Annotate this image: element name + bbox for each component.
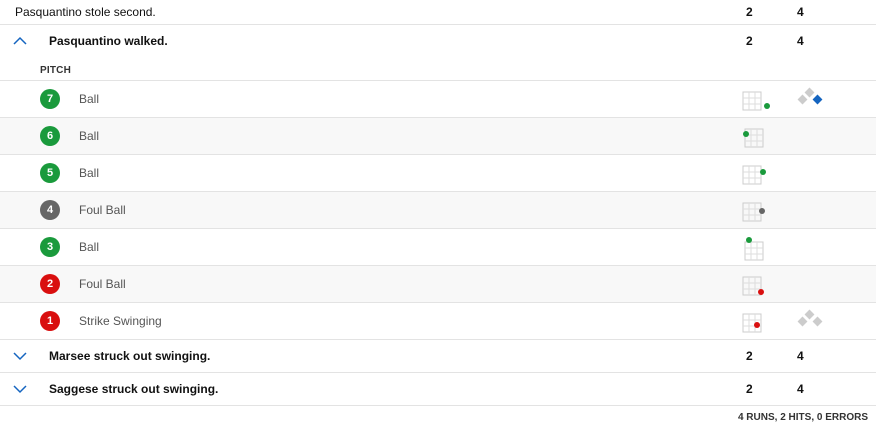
play-description: Pasquantino walked.: [49, 34, 168, 48]
home-score: 4: [797, 5, 804, 19]
pitch-result: Ball: [79, 92, 100, 106]
pitch-row: 4 Foul Ball: [0, 192, 876, 229]
chevron-down-icon[interactable]: [13, 384, 27, 394]
pitch-number-badge: 5: [40, 163, 60, 183]
strike-zone-icon: [742, 165, 766, 185]
play-row-saggese[interactable]: Saggese struck out swinging. 2 4: [0, 373, 876, 406]
away-score: 2: [746, 382, 753, 396]
pitch-number-badge: 7: [40, 89, 60, 109]
pitch-result: Ball: [79, 166, 100, 180]
strike-zone-icon: [743, 128, 764, 148]
play-description: Marsee struck out swinging.: [49, 349, 211, 363]
pitch-row: 7 Ball: [0, 81, 876, 118]
away-score: 2: [746, 34, 753, 48]
pitch-result: Ball: [79, 129, 100, 143]
pitch-result: Strike Swinging: [79, 314, 162, 328]
pitch-number-badge: 4: [40, 200, 60, 220]
away-score: 2: [746, 5, 753, 19]
pitch-row: 1 Strike Swinging: [0, 303, 876, 340]
home-score: 4: [797, 34, 804, 48]
pitch-row: 3 Ball: [0, 229, 876, 266]
strike-zone-icon: [744, 237, 764, 261]
play-description: Saggese struck out swinging.: [49, 382, 219, 396]
pitch-row: 5 Ball: [0, 155, 876, 192]
strike-zone-icon: [742, 276, 764, 296]
pitch-number-badge: 1: [40, 311, 60, 331]
pitch-number-badge: 6: [40, 126, 60, 146]
pitch-result: Foul Ball: [79, 277, 126, 291]
play-row-stole-second: Pasquantino stole second. 2 4: [0, 0, 876, 25]
pitch-result: Foul Ball: [79, 203, 126, 217]
pitch-result: Ball: [79, 240, 100, 254]
strike-zone-icon: [742, 91, 770, 111]
strike-zone-icon: [742, 202, 765, 222]
pitch-number-badge: 2: [40, 274, 60, 294]
away-score: 2: [746, 349, 753, 363]
play-row-walked[interactable]: Pasquantino walked. 2 4: [0, 25, 876, 57]
inning-summary: 4 RUNS, 2 HITS, 0 ERRORS: [737, 412, 868, 423]
bases-diamond-icon: [797, 87, 823, 105]
pitch-column-header: PITCH: [40, 65, 71, 76]
pitch-row: 6 Ball: [0, 118, 876, 155]
pitch-number-badge: 3: [40, 237, 60, 257]
play-description: Pasquantino stole second.: [15, 5, 156, 19]
chevron-down-icon[interactable]: [13, 351, 27, 361]
strike-zone-icon: [742, 313, 762, 333]
bases-diamond-icon: [797, 309, 823, 327]
play-row-marsee[interactable]: Marsee struck out swinging. 2 4: [0, 340, 876, 373]
home-score: 4: [797, 382, 804, 396]
pitch-row: 2 Foul Ball: [0, 266, 876, 303]
chevron-up-icon[interactable]: [13, 36, 27, 46]
home-score: 4: [797, 349, 804, 363]
